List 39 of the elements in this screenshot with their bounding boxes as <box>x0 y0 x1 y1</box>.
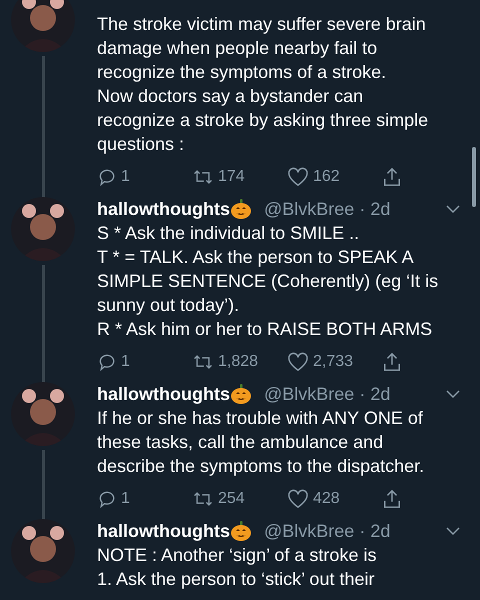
avatar[interactable] <box>11 519 75 583</box>
action-button[interactable]: 254 <box>192 487 287 511</box>
action-button[interactable]: 1 <box>97 487 192 511</box>
action-button[interactable]: 1,828 <box>192 350 287 374</box>
avatar[interactable] <box>11 382 75 446</box>
handle-and-time: @BlvkBree · 2d <box>264 382 390 406</box>
pumpkin-icon <box>230 383 252 405</box>
action-button[interactable]: 1 <box>97 165 192 189</box>
tweet-text: The stroke victim may suffer severe brain damage when people nearby fail to recognize the symptoms of a stroke. Now doctors say a bystander can recognize a stroke by asking three simple questions : <box>97 13 430 156</box>
scrollbar[interactable] <box>472 147 476 207</box>
avatar[interactable] <box>11 197 75 261</box>
display-name[interactable]: hallowthoughts <box>97 518 230 544</box>
tweet-text: NOTE : Another ‘sign’ of a stroke is 1. Ask the person to ‘stick’ out their <box>97 544 378 591</box>
handle-and-time: @BlvkBree · 2d <box>264 198 390 220</box>
chevron-down-icon[interactable] <box>446 204 460 214</box>
share-icon[interactable] <box>382 488 402 510</box>
speech-bubble-icon <box>97 167 117 187</box>
share-icon[interactable] <box>382 351 402 373</box>
handle-and-time: @BlvkBree · 2d <box>264 520 390 542</box>
speech-bubble-icon <box>97 489 117 509</box>
action-button[interactable]: 2,733 <box>287 350 382 374</box>
heart-icon <box>287 352 309 372</box>
pumpkin-icon <box>230 198 252 220</box>
chevron-down-icon[interactable] <box>446 526 460 536</box>
action-button[interactable]: 174 <box>192 165 287 189</box>
heart-icon <box>287 489 309 509</box>
action-button[interactable]: 428 <box>287 487 382 511</box>
action-button[interactable]: 162 <box>287 165 382 189</box>
avatar[interactable] <box>11 0 75 52</box>
action-button[interactable]: 1 <box>97 350 192 374</box>
pumpkin-icon <box>230 520 252 542</box>
tweet-text: If he or she has trouble with ANY ONE of these tasks, call the ambulance and describe the symptoms to the dispatcher. <box>97 407 426 478</box>
display-name[interactable]: hallowthoughts <box>97 380 230 408</box>
speech-bubble-icon <box>97 352 117 372</box>
display-name[interactable]: hallowthoughts <box>97 196 230 222</box>
chevron-down-icon[interactable] <box>446 389 460 399</box>
tweet-text: S * Ask the individual to SMILE .. T * = TALK. Ask the person to SPEAK A SIMPLE SENTENCE (Coherently) (eg ‘It is sunny out today’). R * Ask him or her to RAISE BOTH ARMS <box>97 222 440 341</box>
heart-icon <box>287 167 309 187</box>
share-icon[interactable] <box>382 166 402 188</box>
